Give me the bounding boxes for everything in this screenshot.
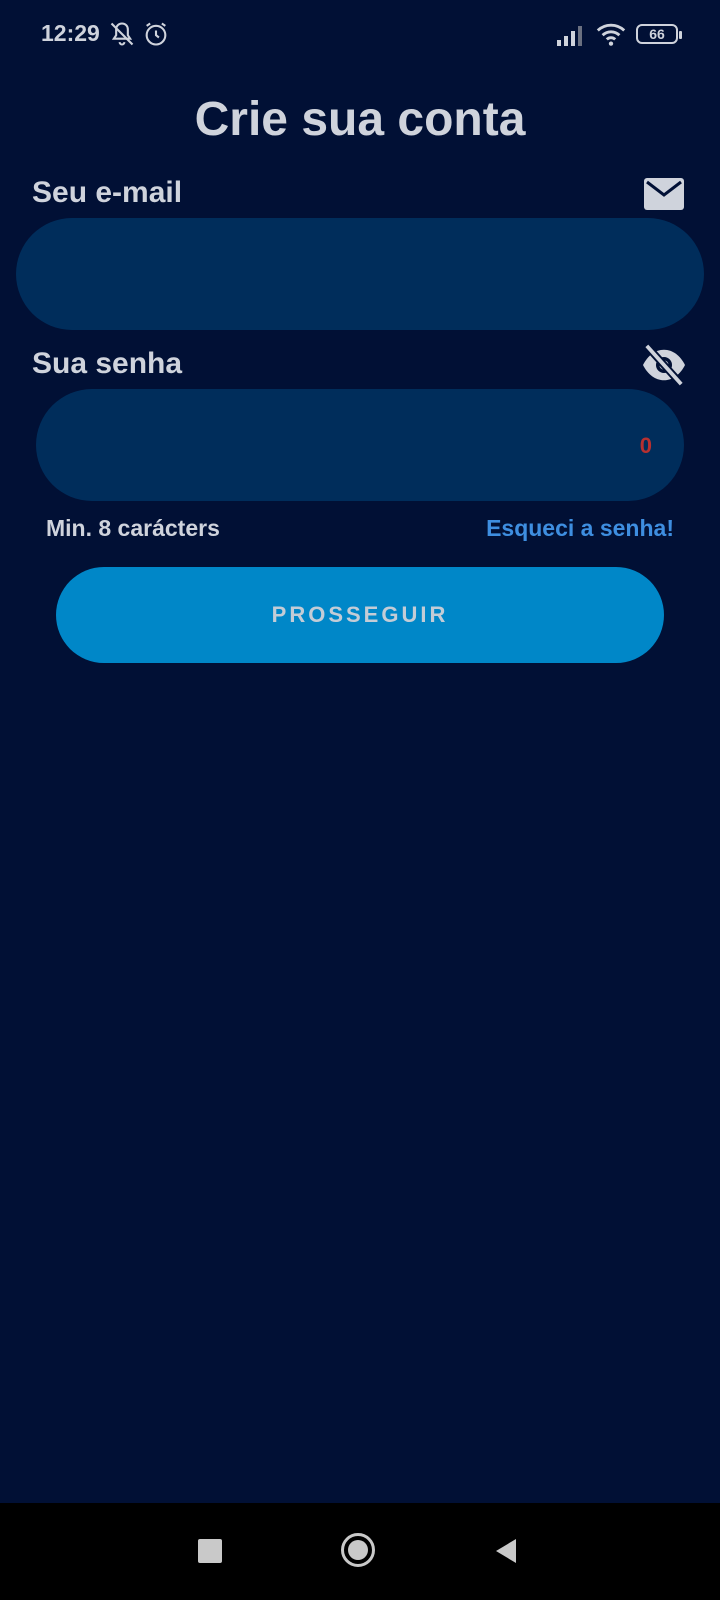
status-time: 12:29 xyxy=(41,20,100,46)
email-input[interactable] xyxy=(16,218,704,330)
password-hint: Min. 8 carácters xyxy=(46,515,220,541)
password-field[interactable]: 0 xyxy=(36,389,684,503)
bell-off-icon xyxy=(110,22,134,46)
battery-icon: 66 xyxy=(636,24,682,44)
password-label: Sua senha xyxy=(32,347,183,380)
password-input[interactable] xyxy=(66,389,610,503)
email-label: Seu e-mail xyxy=(32,176,183,209)
eye-off-icon[interactable] xyxy=(641,344,687,386)
password-char-counter: 0 xyxy=(639,433,652,458)
navigation-bar xyxy=(0,1503,720,1600)
wifi-icon xyxy=(596,23,626,46)
home-icon[interactable] xyxy=(341,1533,375,1567)
continue-button[interactable]: PROSSEGUIR xyxy=(56,567,664,663)
alarm-icon xyxy=(145,22,167,46)
status-bar: 12:29 66 xyxy=(0,0,720,70)
forgot-password-link[interactable]: Esqueci a senha! xyxy=(486,515,674,542)
recent-apps-icon[interactable] xyxy=(198,1539,222,1563)
signal-icon xyxy=(557,26,582,46)
battery-level: 66 xyxy=(649,26,665,42)
back-icon[interactable] xyxy=(494,1538,518,1564)
mail-icon xyxy=(644,178,684,210)
page-title: Crie sua conta xyxy=(194,93,526,146)
